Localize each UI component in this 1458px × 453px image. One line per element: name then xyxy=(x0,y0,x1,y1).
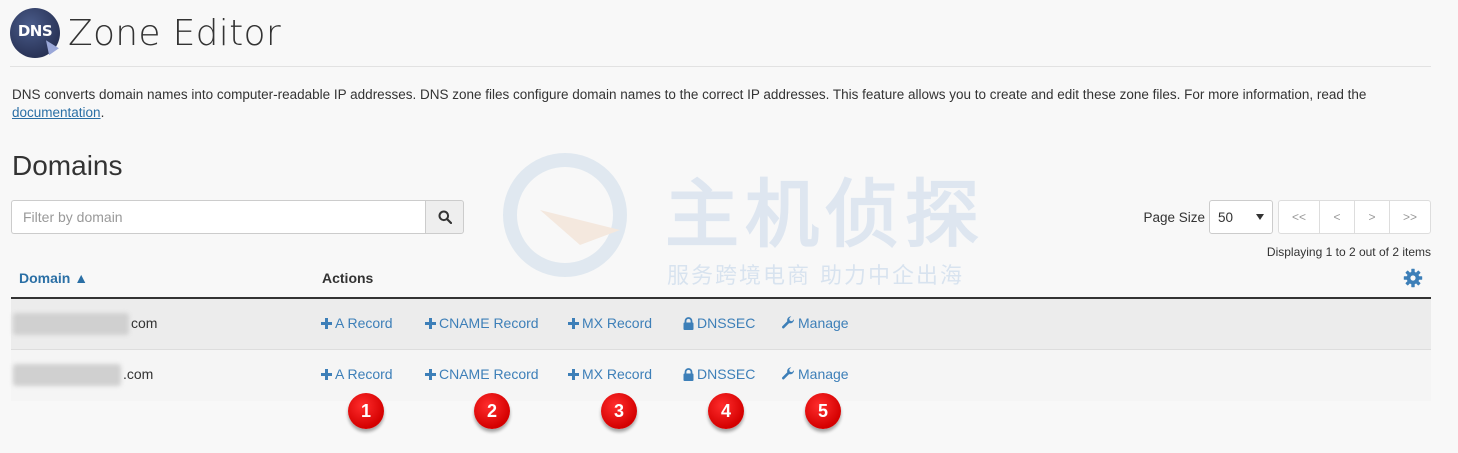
add-cname-record-link[interactable]: CNAME Record xyxy=(425,315,539,331)
lock-icon xyxy=(683,367,694,381)
plus-icon xyxy=(568,368,579,380)
annotation-badge-5: 5 xyxy=(805,393,841,429)
add-mx-record-link[interactable]: MX Record xyxy=(568,315,652,331)
annotation-badge-1: 1 xyxy=(348,393,384,429)
dnssec-link[interactable]: DNSSEC xyxy=(683,315,755,331)
search-button[interactable] xyxy=(425,200,464,234)
action-label: Manage xyxy=(798,366,849,382)
watermark-logo-icon xyxy=(503,153,627,277)
action-label: DNSSEC xyxy=(697,366,756,382)
manage-link[interactable]: Manage xyxy=(781,366,849,382)
plus-icon xyxy=(568,317,579,329)
description-text: DNS converts domain names into computer-… xyxy=(12,87,1367,102)
dns-logo-icon: DNS xyxy=(10,8,60,58)
action-label: CNAME Record xyxy=(439,366,539,382)
table-header: Domain ▲ Actions xyxy=(11,262,1431,298)
search-input[interactable] xyxy=(11,200,425,234)
dns-logo-text: DNS xyxy=(17,22,53,40)
wrench-icon xyxy=(781,316,795,330)
page-header: DNS Zone Editor xyxy=(10,8,281,58)
sort-domain-header[interactable]: Domain ▲ xyxy=(19,270,88,286)
gear-icon[interactable] xyxy=(1403,268,1423,288)
manage-link[interactable]: Manage xyxy=(781,315,849,331)
action-label: MX Record xyxy=(582,315,653,331)
prev-page-button[interactable]: < xyxy=(1319,200,1355,234)
add-a-record-link[interactable]: A Record xyxy=(321,315,393,331)
pagination: Page Size 50 << < > >> xyxy=(1143,200,1431,234)
domain-tld: com xyxy=(131,315,158,331)
plus-icon xyxy=(425,368,436,380)
wrench-icon xyxy=(781,367,795,381)
action-label: A Record xyxy=(335,315,393,331)
page-size-value: 50 xyxy=(1218,209,1234,225)
action-label: DNSSEC xyxy=(697,315,756,331)
redacted-domain xyxy=(13,364,121,386)
redacted-domain xyxy=(13,313,129,335)
add-cname-record-link[interactable]: CNAME Record xyxy=(425,366,539,382)
add-mx-record-link[interactable]: MX Record xyxy=(568,366,652,382)
domain-tld: .com xyxy=(123,366,154,382)
section-title: Domains xyxy=(12,150,123,181)
page-size-label: Page Size xyxy=(1143,209,1205,225)
page-size-select[interactable]: 50 xyxy=(1209,200,1273,234)
dnssec-link[interactable]: DNSSEC xyxy=(683,366,755,382)
displaying-count: Displaying 1 to 2 out of 2 items xyxy=(1266,245,1431,259)
add-a-record-link[interactable]: A Record xyxy=(321,366,393,382)
documentation-link[interactable]: documentation xyxy=(12,105,101,120)
action-label: CNAME Record xyxy=(439,315,539,331)
plus-icon xyxy=(321,317,332,329)
search-group xyxy=(11,200,464,234)
annotation-badge-3: 3 xyxy=(601,393,637,429)
annotation-badge-4: 4 xyxy=(708,393,744,429)
watermark-title: 主机侦探 xyxy=(665,172,985,258)
page-description: DNS converts domain names into computer-… xyxy=(12,86,1432,122)
search-icon xyxy=(438,210,452,224)
description-suffix: . xyxy=(100,105,105,120)
lock-icon xyxy=(683,316,694,330)
plus-icon xyxy=(425,317,436,329)
action-label: A Record xyxy=(335,366,393,382)
actions-header: Actions xyxy=(322,270,374,286)
table-row: com A Record CNAME Record MX Record DNSS… xyxy=(11,299,1431,350)
last-page-button[interactable]: >> xyxy=(1389,200,1431,234)
action-label: MX Record xyxy=(582,366,653,382)
page-title: Zone Editor xyxy=(68,12,281,54)
action-label: Manage xyxy=(798,315,849,331)
next-page-button[interactable]: > xyxy=(1354,200,1390,234)
title-divider xyxy=(10,66,1431,67)
plus-icon xyxy=(321,368,332,380)
first-page-button[interactable]: << xyxy=(1278,200,1320,234)
dropdown-caret-icon xyxy=(1256,214,1264,220)
page-buttons: << < > >> xyxy=(1278,200,1431,234)
annotation-badge-2: 2 xyxy=(474,393,510,429)
